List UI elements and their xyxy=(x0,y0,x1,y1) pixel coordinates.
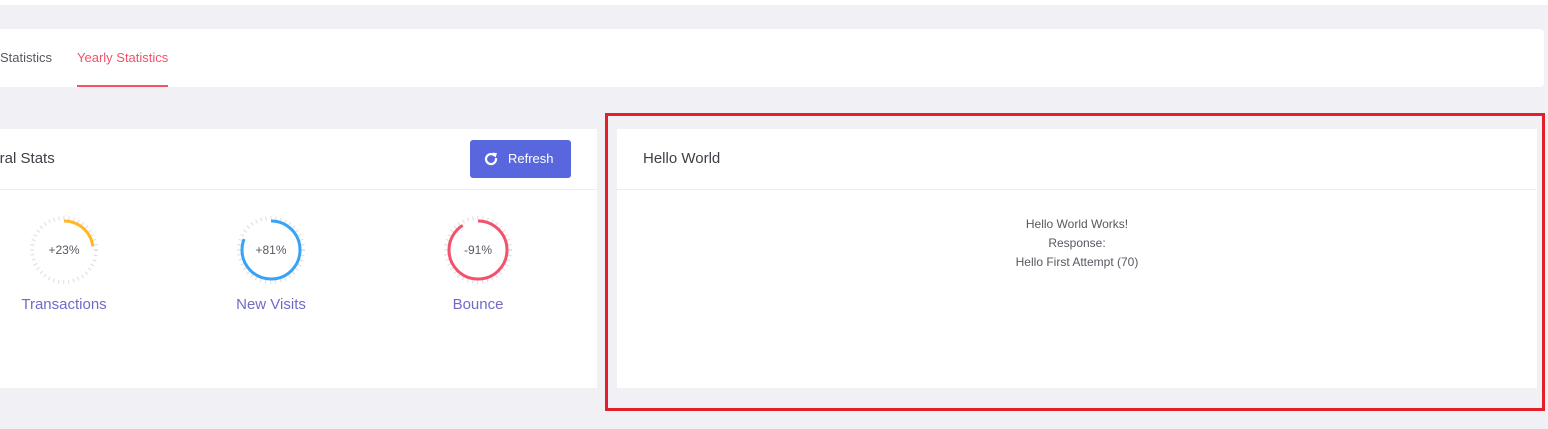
stat-value: +23% xyxy=(48,243,80,257)
stat-new-visits: +81% New Visits xyxy=(201,216,341,313)
refresh-button[interactable]: Refresh xyxy=(470,140,571,178)
hello-line: Response: xyxy=(1048,236,1106,250)
tabs-bar: Statistics Yearly Statistics xyxy=(0,29,1544,87)
refresh-icon xyxy=(484,152,498,166)
progress-ring: +23% xyxy=(30,216,98,284)
top-strip xyxy=(0,0,1548,5)
hello-world-card: Hello World Hello World Works! Response:… xyxy=(617,129,1537,388)
stat-value: +81% xyxy=(255,243,287,257)
progress-ring: +81% xyxy=(237,216,305,284)
stat-label: Bounce xyxy=(452,296,504,313)
card-header: neral Stats Refresh xyxy=(0,129,597,190)
refresh-label: Refresh xyxy=(508,151,554,166)
stat-bounce: -91% Bounce xyxy=(408,216,548,313)
stat-transactions: +23% Transactions xyxy=(0,216,134,313)
tab-statistics[interactable]: Statistics xyxy=(0,29,52,87)
stat-value: -91% xyxy=(463,243,492,257)
hello-line: Hello First Attempt (70) xyxy=(1015,255,1139,269)
card-title: neral Stats xyxy=(0,150,55,167)
stat-label: Transactions xyxy=(21,296,107,313)
card-header: Hello World xyxy=(617,129,1537,190)
tab-yearly-statistics[interactable]: Yearly Statistics xyxy=(77,29,169,87)
hello-body: Hello World Works! Response: Hello First… xyxy=(617,215,1537,272)
stat-label: New Visits xyxy=(236,296,306,313)
progress-ring: -91% xyxy=(444,216,512,284)
hello-line: Hello World Works! xyxy=(1025,217,1129,231)
card-title: Hello World xyxy=(643,150,721,167)
